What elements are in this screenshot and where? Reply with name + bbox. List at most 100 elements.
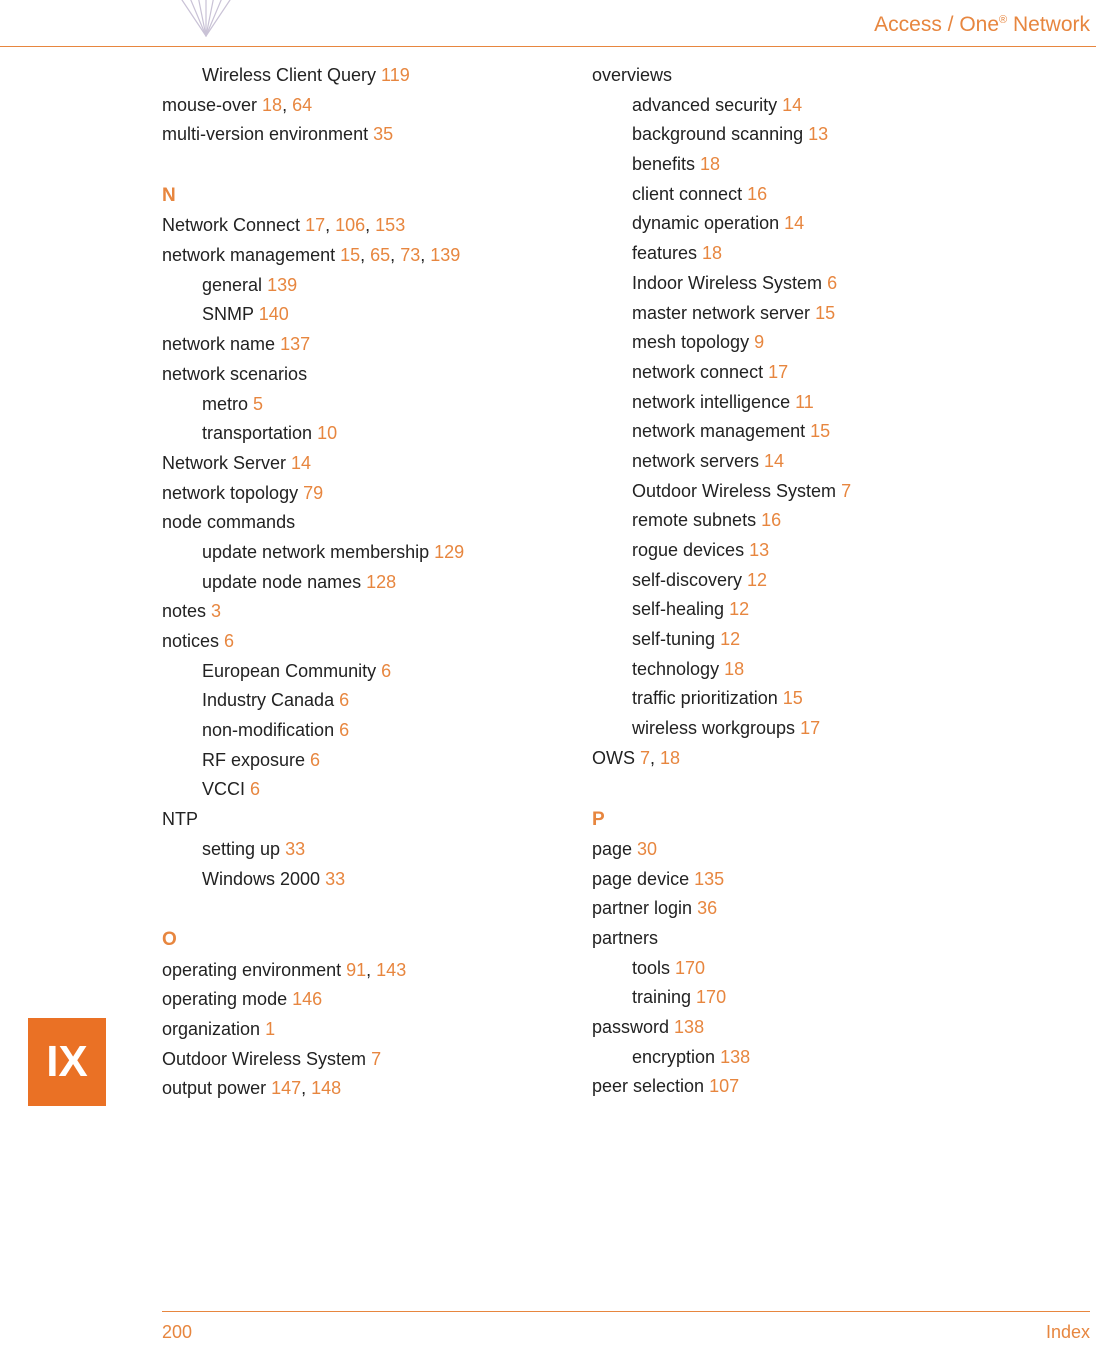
page-reference[interactable]: 135	[694, 869, 724, 889]
index-entry: organization 1	[162, 1015, 572, 1045]
index-entry-text: transportation	[202, 423, 317, 443]
footer-label: Index	[1046, 1318, 1090, 1348]
index-entry: tools 170	[592, 954, 1022, 984]
index-entry: Wireless Client Query 119	[162, 61, 572, 91]
page-reference[interactable]: 106	[335, 215, 365, 235]
page-reference[interactable]: 138	[674, 1017, 704, 1037]
page-reference[interactable]: 36	[697, 898, 717, 918]
page-reference[interactable]: 7	[371, 1049, 381, 1069]
index-entry: features 18	[592, 239, 1022, 269]
index-entry-text: RF exposure	[202, 750, 310, 770]
index-entry-text: mouse-over	[162, 95, 262, 115]
page-reference[interactable]: 14	[782, 95, 802, 115]
index-entry-text: update network membership	[202, 542, 434, 562]
page-reference[interactable]: 64	[292, 95, 312, 115]
index-entry-text: page device	[592, 869, 694, 889]
page-reference[interactable]: 18	[660, 748, 680, 768]
page-reference[interactable]: 13	[749, 540, 769, 560]
section-letter: O	[162, 924, 572, 955]
page-reference[interactable]: 17	[305, 215, 325, 235]
page-reference[interactable]: 33	[285, 839, 305, 859]
page-reference[interactable]: 143	[376, 960, 406, 980]
page-reference[interactable]: 146	[292, 989, 322, 1009]
page-reference[interactable]: 15	[810, 421, 830, 441]
page-reference[interactable]: 14	[291, 453, 311, 473]
index-entry: advanced security 14	[592, 91, 1022, 121]
index-entry: partners	[592, 924, 1022, 954]
page-reference[interactable]: 6	[250, 779, 260, 799]
page-reference[interactable]: 147	[271, 1078, 301, 1098]
page-reference[interactable]: 129	[434, 542, 464, 562]
page-reference[interactable]: 18	[702, 243, 722, 263]
index-entry: non-modification 6	[162, 716, 572, 746]
index-entry: European Community 6	[162, 657, 572, 687]
page-reference[interactable]: 15	[783, 688, 803, 708]
page-reference[interactable]: 7	[640, 748, 650, 768]
page-reference[interactable]: 140	[259, 304, 289, 324]
page-reference[interactable]: 18	[700, 154, 720, 174]
index-entry: remote subnets 16	[592, 506, 1022, 536]
page-reference[interactable]: 16	[761, 510, 781, 530]
page-reference[interactable]: 12	[729, 599, 749, 619]
index-entry: metro 5	[162, 390, 572, 420]
page-reference[interactable]: 11	[795, 392, 814, 412]
page-reference[interactable]: 3	[211, 601, 221, 621]
page-reference[interactable]: 139	[267, 275, 297, 295]
page-reference[interactable]: 107	[709, 1076, 739, 1096]
page-reference[interactable]: 6	[381, 661, 391, 681]
page-reference[interactable]: 170	[675, 958, 705, 978]
page-reference[interactable]: 33	[325, 869, 345, 889]
page-reference[interactable]: 14	[764, 451, 784, 471]
page-reference[interactable]: 91	[346, 960, 366, 980]
page-reference[interactable]: 6	[224, 631, 234, 651]
page-reference[interactable]: 18	[262, 95, 282, 115]
page-reference[interactable]: 18	[724, 659, 744, 679]
index-entry-text: setting up	[202, 839, 285, 859]
index-entry: Windows 2000 33	[162, 865, 572, 895]
page-reference[interactable]: 9	[754, 332, 764, 352]
page-reference[interactable]: 6	[827, 273, 837, 293]
page-reference[interactable]: 119	[381, 65, 410, 85]
index-entry: NTP	[162, 805, 572, 835]
page-reference[interactable]: 148	[311, 1078, 341, 1098]
page-reference[interactable]: 6	[339, 720, 349, 740]
page-reference[interactable]: 6	[310, 750, 320, 770]
page-reference[interactable]: 15	[340, 245, 360, 265]
index-entry-text: update node names	[202, 572, 366, 592]
page-reference[interactable]: 138	[720, 1047, 750, 1067]
index-entry-text: VCCI	[202, 779, 250, 799]
page-reference[interactable]: 79	[303, 483, 323, 503]
page-reference[interactable]: 170	[696, 987, 726, 1007]
index-entry-text: Network Connect	[162, 215, 305, 235]
page-reference[interactable]: 139	[430, 245, 460, 265]
index-entry: encryption 138	[592, 1043, 1022, 1073]
separator: ,	[282, 95, 292, 115]
page-reference[interactable]: 6	[339, 690, 349, 710]
page-reference[interactable]: 73	[400, 245, 420, 265]
page-reference[interactable]: 137	[280, 334, 310, 354]
page-reference[interactable]: 12	[747, 570, 767, 590]
page-reference[interactable]: 13	[808, 124, 828, 144]
page-reference[interactable]: 65	[370, 245, 390, 265]
page-reference[interactable]: 128	[366, 572, 396, 592]
page-reference[interactable]: 7	[841, 481, 851, 501]
index-entry: partner login 36	[592, 894, 1022, 924]
page-reference[interactable]: 14	[784, 213, 804, 233]
page-reference[interactable]: 17	[800, 718, 820, 738]
index-entry-text: Wireless Client Query	[202, 65, 381, 85]
page-reference[interactable]: 35	[373, 124, 393, 144]
page-reference[interactable]: 1	[265, 1019, 275, 1039]
page-reference[interactable]: 12	[720, 629, 740, 649]
index-entry-text: NTP	[162, 809, 198, 829]
page-reference[interactable]: 153	[375, 215, 405, 235]
page-reference[interactable]: 30	[637, 839, 657, 859]
page-reference[interactable]: 17	[768, 362, 788, 382]
page-reference[interactable]: 5	[253, 394, 263, 414]
separator: ,	[360, 245, 370, 265]
index-entry: notices 6	[162, 627, 572, 657]
page-reference[interactable]: 16	[747, 184, 767, 204]
index-entry-text: Industry Canada	[202, 690, 339, 710]
index-entry-text: overviews	[592, 65, 672, 85]
page-reference[interactable]: 15	[815, 303, 835, 323]
page-reference[interactable]: 10	[317, 423, 337, 443]
